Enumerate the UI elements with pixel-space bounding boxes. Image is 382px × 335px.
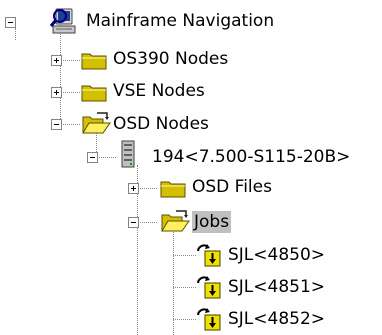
folder-open-icon xyxy=(81,111,111,135)
tree-item-job[interactable]: SJL<4851> xyxy=(226,276,327,298)
tree-connector xyxy=(173,287,196,288)
folder-open-icon xyxy=(160,209,190,233)
tree-connector xyxy=(137,222,157,223)
expand-toggle-vse-nodes[interactable] xyxy=(51,87,62,98)
folder-closed-icon xyxy=(81,82,107,102)
collapse-toggle-jobs[interactable] xyxy=(128,217,139,228)
tree-item-os390-nodes[interactable]: OS390 Nodes xyxy=(111,48,230,70)
folder-closed-icon xyxy=(81,50,107,70)
mainframe-navigation-icon xyxy=(48,6,78,36)
tree-item-osd-nodes[interactable]: OSD Nodes xyxy=(111,113,211,135)
tree-item-vse-nodes[interactable]: VSE Nodes xyxy=(111,80,207,102)
tree-connector xyxy=(60,60,80,61)
tree-item-jobs[interactable]: Jobs xyxy=(192,211,232,233)
tree-connector xyxy=(173,319,196,320)
collapse-toggle-root[interactable] xyxy=(5,17,16,28)
expand-toggle-osd-files[interactable] xyxy=(128,183,139,194)
tree-item-root[interactable]: Mainframe Navigation xyxy=(84,10,276,32)
tree-connector xyxy=(137,188,157,189)
tree-item-job[interactable]: SJL<4850> xyxy=(226,244,327,266)
collapse-toggle-osd-nodes[interactable] xyxy=(51,119,62,130)
tree-connector xyxy=(60,25,61,125)
folder-closed-icon xyxy=(160,178,186,198)
tree-connector xyxy=(96,157,116,158)
tree-item-job[interactable]: SJL<4852> xyxy=(226,308,327,330)
host-computer-icon xyxy=(120,140,136,168)
navigation-tree[interactable]: Mainframe Navigation OS390 Nodes VSE Nod… xyxy=(0,0,382,335)
tree-connector xyxy=(173,255,196,256)
tree-connector xyxy=(15,28,16,40)
expand-toggle-os390-nodes[interactable] xyxy=(51,55,62,66)
job-download-icon xyxy=(196,273,222,299)
tree-connector xyxy=(60,124,80,125)
job-download-icon xyxy=(196,305,222,331)
collapse-toggle-host[interactable] xyxy=(87,152,98,163)
tree-item-host[interactable]: 194<7.500-S115-20B> xyxy=(150,146,352,168)
tree-item-osd-files[interactable]: OSD Files xyxy=(190,176,274,198)
tree-connector xyxy=(60,92,80,93)
job-download-icon xyxy=(196,241,222,267)
